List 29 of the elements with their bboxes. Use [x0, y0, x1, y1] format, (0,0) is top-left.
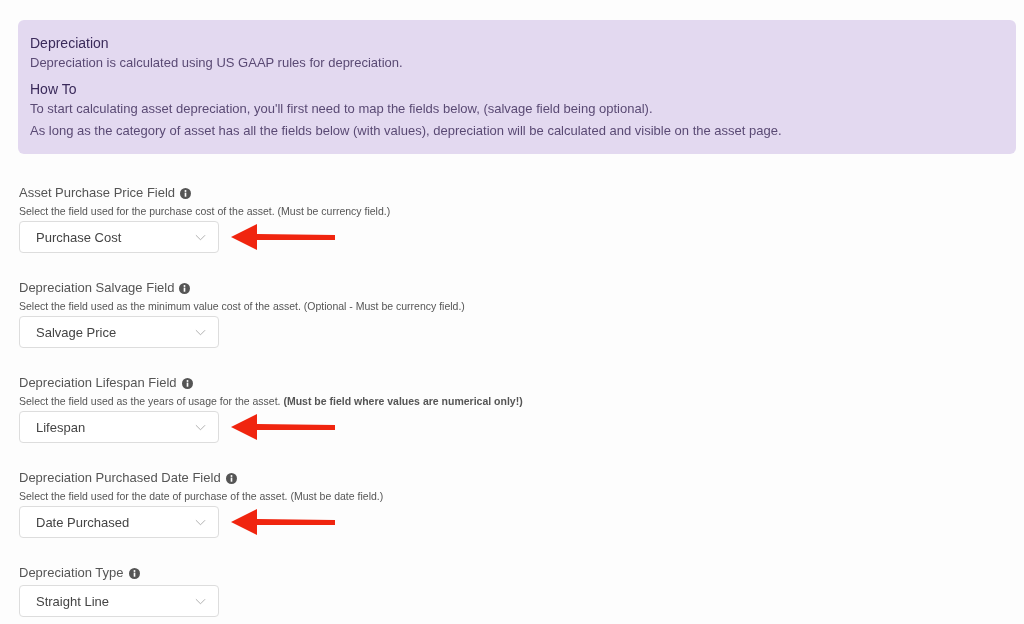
- caret-icon: [195, 518, 206, 526]
- field-hint: Select the field used as the years of usage for the asset. (Must be field where values are numerical only!): [19, 394, 524, 408]
- field-hint: Select the field used for the date of purchase of the asset. (Must be date field.): [19, 489, 385, 503]
- select-dropdown[interactable]: Straight Line: [19, 585, 219, 617]
- info-heading: How To: [30, 80, 78, 98]
- field-label: Depreciation Salvage Field: [19, 279, 175, 297]
- info-heading: Depreciation: [30, 34, 110, 52]
- caret-icon: [195, 233, 206, 241]
- select-dropdown[interactable]: Salvage Price: [19, 316, 219, 348]
- info-icon[interactable]: [181, 377, 193, 389]
- info-icon[interactable]: [179, 282, 191, 294]
- info-text: To start calculating asset depreciation, you'll first need to map the fields below, (salvage field being optional).: [30, 100, 654, 118]
- caret-icon: [195, 328, 206, 336]
- info-text: Depreciation is calculated using US GAAP rules for depreciation.: [30, 54, 404, 72]
- select-dropdown[interactable]: Purchase Cost: [19, 221, 219, 253]
- info-icon[interactable]: [128, 567, 140, 579]
- field-label: Depreciation Purchased Date Field: [19, 469, 221, 487]
- field-label: Depreciation Type: [19, 564, 124, 582]
- select-dropdown[interactable]: Lifespan: [19, 411, 219, 443]
- caret-icon: [195, 597, 206, 605]
- field-hint: Select the field used for the purchase cost of the asset. (Must be currency field.): [19, 204, 392, 218]
- caret-icon: [195, 423, 206, 431]
- field-label: Asset Purchase Price Field: [19, 184, 176, 202]
- field-hint: Select the field used as the minimum value cost of the asset. (Optional - Must be currency field.): [19, 299, 466, 313]
- select-dropdown[interactable]: Date Purchased: [19, 506, 219, 538]
- field-label: Depreciation Lifespan Field: [19, 374, 177, 392]
- info-icon[interactable]: [180, 187, 192, 199]
- info-icon[interactable]: [225, 472, 237, 484]
- info-text: As long as the category of asset has all the fields below (with values), depreciation will be calculated and visible on the asset page.: [30, 122, 783, 140]
